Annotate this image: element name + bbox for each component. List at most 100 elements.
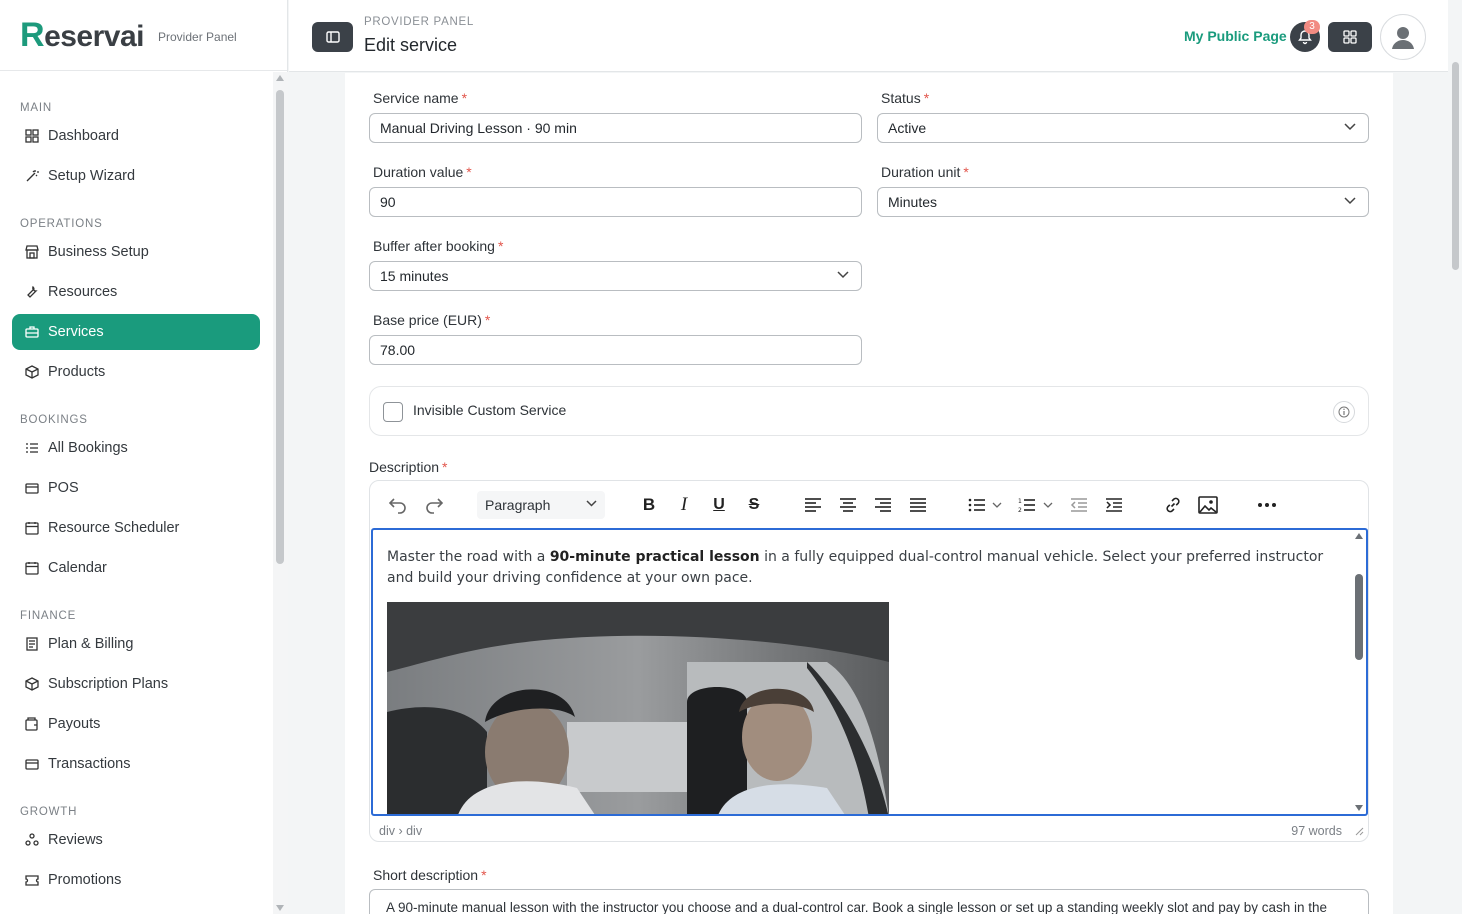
bullet-list-button[interactable] bbox=[965, 493, 989, 517]
buffer-value: 15 minutes bbox=[380, 268, 449, 284]
scroll-up-arrow[interactable] bbox=[276, 75, 284, 81]
status-select[interactable]: Active bbox=[877, 113, 1369, 143]
insert-link-button[interactable] bbox=[1161, 493, 1185, 517]
page-scroll-thumb[interactable] bbox=[1452, 62, 1459, 270]
apps-button[interactable] bbox=[1328, 22, 1372, 52]
bullet-list-dropdown[interactable] bbox=[990, 493, 1004, 517]
sidebar-item-products[interactable]: Products bbox=[12, 354, 260, 390]
numbered-list-icon: 12 bbox=[1018, 498, 1035, 513]
buffer-label: Buffer after booking * bbox=[373, 238, 504, 254]
align-right-button[interactable] bbox=[871, 493, 895, 517]
svg-text:2: 2 bbox=[1018, 507, 1022, 513]
invisible-service-card: Invisible Custom Service bbox=[369, 386, 1369, 436]
svg-text:1: 1 bbox=[1018, 498, 1022, 505]
sidebar-item-services[interactable]: Services bbox=[12, 314, 260, 350]
duration-value-label: Duration value * bbox=[373, 164, 472, 180]
sidebar-item-label: Payouts bbox=[48, 716, 101, 732]
insert-image-button[interactable] bbox=[1196, 493, 1220, 517]
sidebar-item-subscription-plans[interactable]: Subscription Plans bbox=[12, 666, 260, 702]
align-left-button[interactable] bbox=[801, 493, 825, 517]
user-icon bbox=[1392, 27, 1414, 49]
sidebar-item-reviews[interactable]: Reviews bbox=[12, 822, 260, 858]
sidebar-item-all-bookings[interactable]: All Bookings bbox=[12, 430, 260, 466]
sidebar-item-payouts[interactable]: Payouts bbox=[12, 706, 260, 742]
wrench-icon bbox=[24, 284, 40, 300]
align-justify-icon bbox=[910, 498, 926, 512]
sidebar-item-pos[interactable]: POS bbox=[12, 470, 260, 506]
sidebar-item-resource-scheduler[interactable]: Resource Scheduler bbox=[12, 510, 260, 546]
my-public-page-link[interactable]: My Public Page bbox=[1184, 28, 1287, 44]
logo-text: eservai bbox=[44, 19, 144, 53]
scroll-up-arrow[interactable] bbox=[1355, 533, 1363, 539]
sidebar-scrollbar[interactable] bbox=[273, 72, 288, 914]
apps-grid-icon bbox=[1343, 30, 1357, 44]
duration-value-text: 90 bbox=[380, 194, 396, 210]
sidebar-item-label: Transactions bbox=[48, 756, 131, 772]
sidebar-item-calendar[interactable]: Calendar bbox=[12, 550, 260, 586]
outdent-button[interactable] bbox=[1067, 493, 1091, 517]
page-scrollbar[interactable] bbox=[1448, 0, 1462, 914]
justify-button[interactable] bbox=[906, 493, 930, 517]
base-price-input[interactable]: 78.00 bbox=[369, 335, 862, 365]
numbered-list-button[interactable]: 12 bbox=[1015, 493, 1039, 517]
strikethrough-icon: S bbox=[748, 496, 760, 513]
block-format-select[interactable]: Paragraph bbox=[477, 491, 605, 519]
sidebar-item-business-setup[interactable]: Business Setup bbox=[12, 234, 260, 270]
sidebar-item-dashboard[interactable]: Dashboard bbox=[12, 118, 260, 154]
duration-value-input[interactable]: 90 bbox=[369, 187, 862, 217]
ticket-icon bbox=[24, 872, 40, 888]
underline-button[interactable]: U bbox=[707, 493, 731, 517]
logo[interactable]: Reservai bbox=[20, 16, 144, 55]
description-editor-content[interactable]: Master the road with a 90-minute practic… bbox=[371, 528, 1368, 816]
base-price-value: 78.00 bbox=[380, 342, 416, 358]
italic-button[interactable]: I bbox=[672, 493, 696, 517]
sidebar-item-setup-wizard[interactable]: Setup Wizard bbox=[12, 158, 260, 194]
service-name-label: Service name * bbox=[373, 90, 468, 106]
sidebar-item-label: Subscription Plans bbox=[48, 676, 169, 692]
buffer-select[interactable]: 15 minutes bbox=[369, 261, 862, 291]
sidebar-item-promotions[interactable]: Promotions bbox=[12, 862, 260, 898]
short-description-textarea[interactable]: A 90-minute manual lesson with the instr… bbox=[369, 889, 1369, 914]
sidebar-item-label: Dashboard bbox=[48, 128, 119, 144]
sidebar-scroll-thumb[interactable] bbox=[276, 90, 284, 564]
invisible-service-checkbox[interactable] bbox=[383, 402, 403, 422]
description-label: Description * bbox=[369, 459, 448, 475]
invisible-service-label[interactable]: Invisible Custom Service bbox=[413, 402, 566, 418]
numbered-list-dropdown[interactable] bbox=[1041, 493, 1055, 517]
align-center-button[interactable] bbox=[836, 493, 860, 517]
page-title: Edit service bbox=[364, 35, 458, 55]
service-name-input[interactable]: Manual Driving Lesson · 90 min bbox=[369, 113, 862, 143]
status-label: Status * bbox=[881, 90, 930, 106]
indent-button[interactable] bbox=[1102, 493, 1126, 517]
sidebar-toggle-button[interactable] bbox=[312, 22, 353, 52]
base-price-label: Base price (EUR) * bbox=[373, 312, 491, 328]
resize-handle-icon[interactable] bbox=[1355, 827, 1364, 836]
avatar[interactable] bbox=[1380, 14, 1426, 60]
more-options-button[interactable] bbox=[1255, 493, 1279, 517]
status-value: Active bbox=[888, 120, 927, 136]
undo-button[interactable] bbox=[386, 493, 410, 517]
editor-scrollbar[interactable] bbox=[1352, 530, 1366, 814]
sidebar-item-label: Business Setup bbox=[48, 244, 149, 260]
redo-button[interactable] bbox=[422, 493, 446, 517]
bold-button[interactable]: B bbox=[637, 493, 661, 517]
redo-icon bbox=[426, 498, 444, 514]
strikethrough-button[interactable]: S bbox=[742, 493, 766, 517]
sidebar-item-plan-billing[interactable]: Plan & Billing bbox=[12, 626, 260, 662]
scroll-down-arrow[interactable] bbox=[276, 905, 284, 911]
info-icon[interactable] bbox=[1333, 401, 1355, 423]
scroll-down-arrow[interactable] bbox=[1355, 805, 1363, 811]
chevron-down-icon bbox=[837, 271, 849, 279]
word-count: 97 words bbox=[1291, 824, 1342, 838]
editor-scroll-thumb[interactable] bbox=[1355, 574, 1363, 660]
duration-unit-select[interactable]: Minutes bbox=[877, 187, 1369, 217]
list-icon bbox=[24, 440, 40, 456]
chevron-down-icon bbox=[1344, 197, 1356, 205]
sidebar-item-transactions[interactable]: Transactions bbox=[12, 746, 260, 782]
nav-section-title: MAIN bbox=[20, 102, 52, 114]
chevron-down-icon bbox=[1043, 502, 1053, 508]
duration-unit-value: Minutes bbox=[888, 194, 938, 210]
sidebar-item-label: Setup Wizard bbox=[48, 168, 136, 184]
element-path[interactable]: div › div bbox=[379, 824, 422, 838]
sidebar-item-resources[interactable]: Resources bbox=[12, 274, 260, 310]
